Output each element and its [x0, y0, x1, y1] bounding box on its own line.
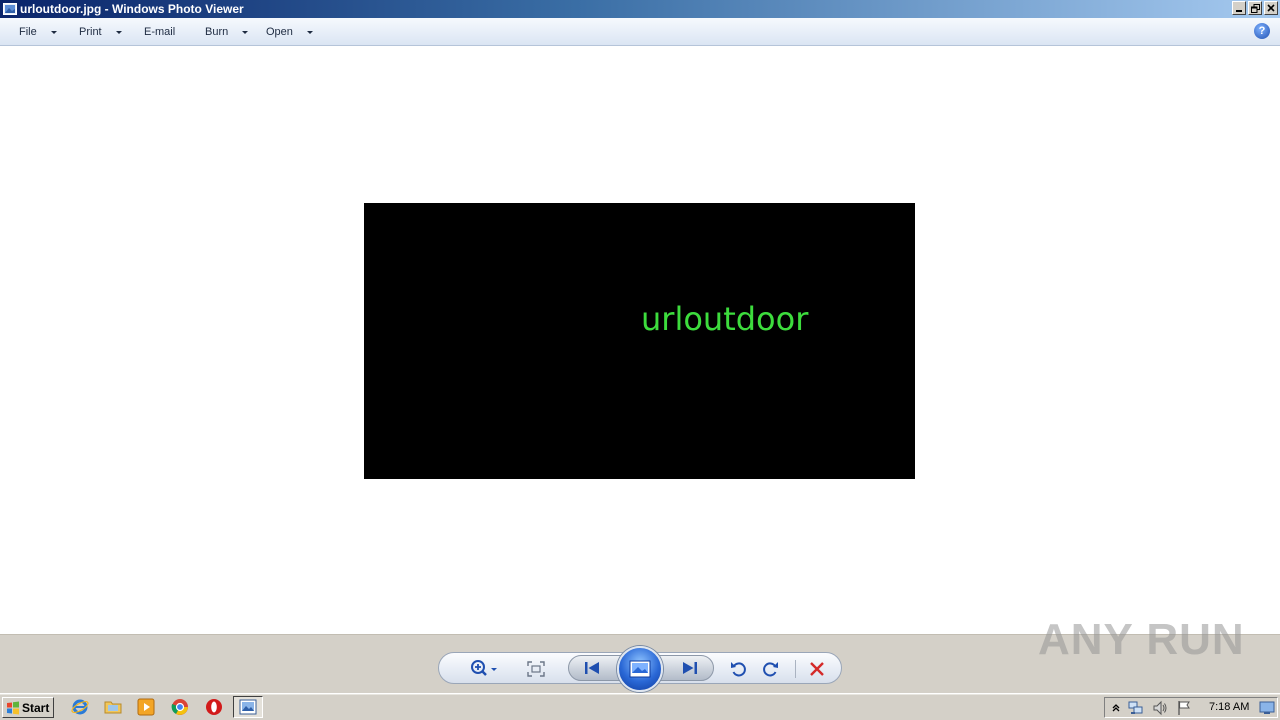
- taskbar-photo-viewer[interactable]: [233, 696, 263, 718]
- window-controls: [1232, 1, 1278, 15]
- menu-email-label: E-mail: [144, 26, 176, 38]
- taskbar-media-player[interactable]: [137, 698, 155, 716]
- image-viewport[interactable]: urloutdoor: [0, 46, 1280, 634]
- action-center-flag-icon: [1178, 701, 1190, 715]
- chevron-down-icon: [242, 30, 249, 34]
- zoom-icon: [471, 660, 497, 676]
- taskbar-opera[interactable]: [205, 698, 223, 716]
- taskbar-chrome[interactable]: [171, 698, 189, 716]
- watermark-text: ANY RUN: [1038, 615, 1245, 664]
- chevron-down-icon: [50, 30, 57, 34]
- photo-viewer-app-icon: [3, 3, 17, 15]
- windows-logo-icon: [7, 701, 19, 714]
- actual-size-icon: [527, 661, 545, 677]
- start-label: Start: [22, 700, 50, 715]
- show-hidden-icon: [1112, 704, 1120, 712]
- start-button[interactable]: Start: [2, 697, 54, 718]
- menu-print-label: Print: [79, 26, 102, 38]
- photo-viewer-icon: [239, 699, 257, 715]
- rotate-counterclockwise-icon: [731, 662, 746, 677]
- tray-action-center[interactable]: [1176, 700, 1192, 716]
- controls-pill: [438, 646, 842, 692]
- next-icon: [683, 662, 697, 674]
- title-bar[interactable]: urloutdoor.jpg - Windows Photo Viewer: [0, 0, 1280, 18]
- previous-button[interactable]: [581, 659, 603, 677]
- chrome-icon: [171, 699, 188, 715]
- system-tray: 7:18 AM: [1104, 697, 1278, 718]
- menu-file-label: File: [19, 26, 37, 38]
- help-button[interactable]: ?: [1254, 23, 1270, 39]
- close-button[interactable]: [1264, 1, 1278, 15]
- previous-icon: [585, 662, 599, 674]
- media-player-icon: [137, 698, 155, 716]
- taskbar-internet-explorer[interactable]: [71, 698, 89, 716]
- delete-button[interactable]: [806, 658, 828, 680]
- chevron-down-icon: [115, 30, 122, 34]
- show-hidden-icons-button[interactable]: [1108, 700, 1124, 716]
- taskbar-explorer[interactable]: [104, 698, 122, 716]
- menu-bar: File Print E-mail Burn Open ?: [0, 18, 1280, 46]
- photo-text: urloutdoor: [641, 300, 809, 338]
- zoom-button[interactable]: [467, 658, 501, 680]
- controls-separator: [795, 660, 796, 678]
- photo-viewer-window: urloutdoor.jpg - Windows Photo Viewer Fi…: [0, 0, 1280, 720]
- tray-network[interactable]: [1128, 700, 1144, 716]
- menu-file[interactable]: File: [19, 24, 57, 40]
- slideshow-button[interactable]: [617, 646, 663, 692]
- menu-open-label: Open: [266, 26, 293, 38]
- network-icon: [1128, 701, 1143, 714]
- anyrun-watermark: ANY RUN: [1038, 608, 1245, 672]
- taskbar-clock[interactable]: 7:18 AM: [1209, 701, 1249, 713]
- menu-email[interactable]: E-mail: [144, 24, 175, 40]
- internet-explorer-icon: [71, 699, 89, 715]
- show-desktop-button[interactable]: [1259, 700, 1275, 716]
- actual-size-button[interactable]: [525, 658, 547, 680]
- close-icon: [1267, 4, 1275, 12]
- rotate-clockwise-button[interactable]: [760, 658, 782, 680]
- chevron-down-icon: [306, 30, 313, 34]
- window-title: urloutdoor.jpg - Windows Photo Viewer: [20, 2, 244, 16]
- displayed-photo: urloutdoor: [364, 203, 915, 479]
- slideshow-icon: [629, 660, 651, 678]
- rotate-clockwise-icon: [763, 662, 778, 677]
- menu-open[interactable]: Open: [266, 24, 313, 40]
- help-icon: ?: [1258, 25, 1266, 37]
- opera-icon: [206, 699, 222, 715]
- menu-burn-label: Burn: [205, 26, 229, 38]
- minimize-button[interactable]: [1232, 1, 1246, 15]
- volume-icon: [1153, 700, 1167, 716]
- minimize-icon: [1236, 10, 1242, 12]
- menu-print[interactable]: Print: [79, 24, 122, 40]
- tray-volume[interactable]: [1152, 700, 1168, 716]
- rotate-counterclockwise-button[interactable]: [727, 658, 749, 680]
- show-desktop-icon: [1259, 701, 1275, 714]
- restore-icon: [1250, 3, 1260, 13]
- taskbar: Start 7:18 AM: [0, 693, 1280, 720]
- delete-icon: [810, 662, 824, 676]
- explorer-folder-icon: [104, 701, 122, 714]
- restore-button[interactable]: [1248, 1, 1262, 15]
- next-button[interactable]: [679, 659, 701, 677]
- menu-burn[interactable]: Burn: [205, 24, 249, 40]
